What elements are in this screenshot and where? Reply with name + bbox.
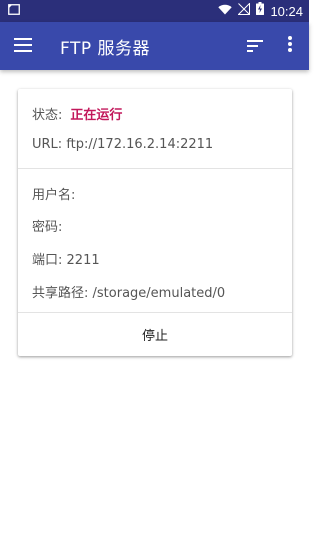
status-time: 10:24 (270, 3, 303, 19)
username-label: 用户名: (32, 188, 76, 203)
port-value: 2211 (66, 253, 100, 268)
status-row: 状态: 正在运行 (32, 104, 122, 123)
app-title: FTP 服务器 (60, 38, 151, 59)
stop-button-label: 停止 (141, 328, 168, 344)
url-row: URL: ftp://172.16.2.14:2211 (32, 137, 213, 152)
port-label: 端口: (32, 253, 63, 268)
app-bar: FTP 服务器 (0, 22, 309, 70)
url-label: URL: (32, 137, 63, 152)
more-vert-icon (288, 36, 292, 56)
share-path-label: 共享路径: (32, 286, 89, 301)
more-options-button[interactable] (273, 22, 307, 70)
wifi-icon (218, 2, 233, 20)
port-row: 端口: 2211 (32, 249, 100, 268)
password-row: 密码: (32, 216, 62, 235)
status-bar: 10:24 (0, 0, 309, 22)
status-label: 状态: (32, 108, 63, 123)
stop-button[interactable]: 停止 (18, 312, 292, 356)
share-path-value: /storage/emulated/0 (92, 286, 226, 301)
divider (18, 168, 292, 169)
menu-button[interactable] (0, 22, 46, 70)
password-label: 密码: (32, 220, 63, 235)
server-info-card: 状态: 正在运行 URL: ftp://172.16.2.14:2211 用户名:… (18, 89, 292, 356)
signal-icon (237, 2, 251, 20)
username-row: 用户名: (32, 184, 75, 203)
menu-icon (14, 37, 32, 56)
battery-icon (256, 2, 265, 20)
status-value: 正在运行 (70, 108, 123, 123)
share-path-row: 共享路径: /storage/emulated/0 (32, 282, 225, 301)
sort-icon (247, 37, 263, 56)
sort-button[interactable] (237, 22, 273, 70)
url-value: ftp://172.16.2.14:2211 (66, 137, 214, 152)
screenshot-icon (8, 2, 20, 20)
